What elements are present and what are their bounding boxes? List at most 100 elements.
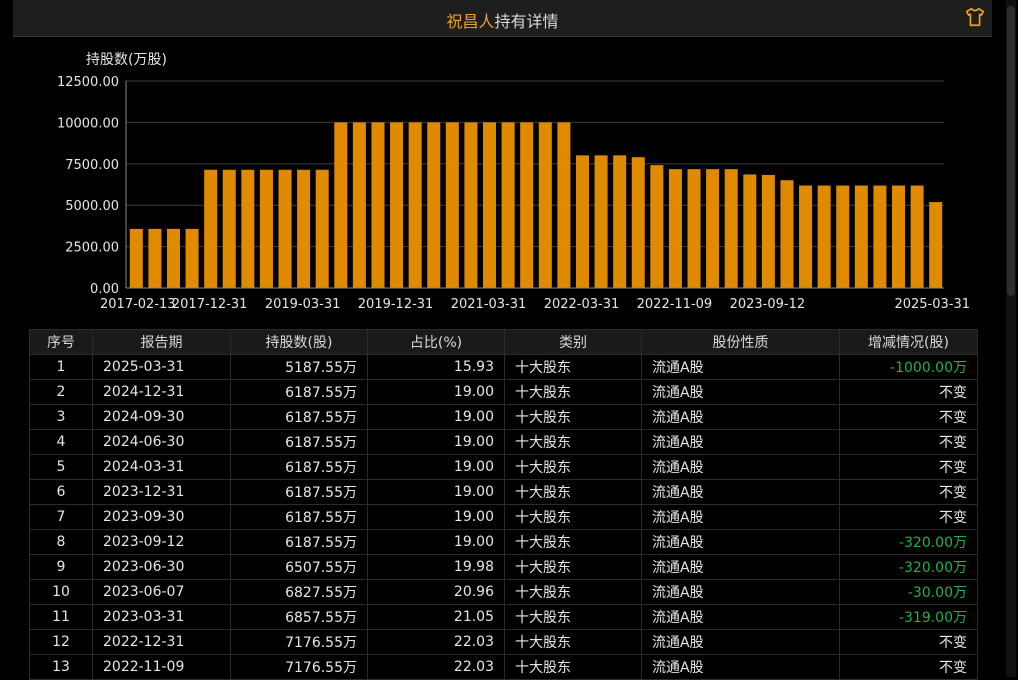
bar xyxy=(706,169,720,288)
table-row[interactable]: 13 2022-11-09 7176.55万 22.03 十大股东 流通A股 不变 xyxy=(29,654,978,680)
table-row[interactable]: 4 2024-06-30 6187.55万 19.00 十大股东 流通A股 不变 xyxy=(29,429,978,455)
bar xyxy=(873,185,887,288)
bar xyxy=(780,180,794,288)
col-shares-cell: 6857.55万 xyxy=(230,604,368,630)
x-tick-label: 2017-02-13 xyxy=(100,297,176,312)
table-row[interactable]: 1 2025-03-31 5187.55万 15.93 十大股东 流通A股 -1000.00… xyxy=(29,354,978,380)
col-category-cell: 十大股东 xyxy=(504,404,642,430)
x-tick-label: 2019-03-31 xyxy=(265,297,341,312)
bar xyxy=(761,174,775,288)
y-tick-label: 0.00 xyxy=(90,282,119,297)
col-ratio-cell: 19.00 xyxy=(367,529,505,555)
col-report-date-cell: 2022-11-09 xyxy=(92,654,231,680)
col-index-cell: 2 xyxy=(29,379,93,405)
bar xyxy=(892,185,906,288)
title-suffix: 持有详情 xyxy=(494,12,559,31)
bar xyxy=(929,202,943,288)
col-index-cell: 4 xyxy=(29,429,93,455)
col-index-cell: 5 xyxy=(29,454,93,480)
y-tick-label: 10000.00 xyxy=(57,116,119,131)
col-category-cell: 十大股东 xyxy=(504,529,642,555)
bar xyxy=(464,122,478,289)
col-shares-header[interactable]: 持股数(股) xyxy=(230,329,368,355)
bar xyxy=(204,169,218,288)
table-row[interactable]: 11 2023-03-31 6857.55万 21.05 十大股东 流通A股 -319.00… xyxy=(29,604,978,630)
col-report-date-cell: 2024-06-30 xyxy=(92,429,231,455)
y-tick-label: 2500.00 xyxy=(65,241,119,256)
table-row[interactable]: 2 2024-12-31 6187.55万 19.00 十大股东 流通A股 不变 xyxy=(29,379,978,405)
col-share-type-header[interactable]: 股份性质 xyxy=(641,329,840,355)
bar xyxy=(129,228,143,288)
table-row[interactable]: 7 2023-09-30 6187.55万 19.00 十大股东 流通A股 不变 xyxy=(29,504,978,530)
col-ratio-cell: 15.93 xyxy=(367,354,505,380)
col-change-header[interactable]: 增减情况(股) xyxy=(839,329,978,355)
shirt-icon[interactable] xyxy=(964,6,986,28)
y-tick-label: 12500.00 xyxy=(57,75,119,90)
col-ratio-cell: 22.03 xyxy=(367,654,505,680)
bar xyxy=(334,122,348,289)
col-ratio-cell: 19.00 xyxy=(367,404,505,430)
col-report-date-cell: 2023-03-31 xyxy=(92,604,231,630)
col-index-cell: 6 xyxy=(29,479,93,505)
col-report-date-header[interactable]: 报告期 xyxy=(92,329,231,355)
holding-chart: 持股数(万股) 12500.00 10000.00 7500.00 5000.00 250… xyxy=(57,52,970,312)
bar xyxy=(594,155,608,288)
table-row[interactable]: 5 2024-03-31 6187.55万 19.00 十大股东 流通A股 不变 xyxy=(29,454,978,480)
bar xyxy=(817,185,831,288)
col-share-type-cell: 流通A股 xyxy=(641,504,840,530)
col-change-cell: 不变 xyxy=(839,454,978,480)
col-shares-cell: 7176.55万 xyxy=(230,629,368,655)
col-category-cell: 十大股东 xyxy=(504,579,642,605)
col-report-date-cell: 2024-09-30 xyxy=(92,404,231,430)
bar xyxy=(538,122,552,289)
col-index-cell: 9 xyxy=(29,554,93,580)
col-shares-cell: 6187.55万 xyxy=(230,429,368,455)
x-tick-label: 2023-09-12 xyxy=(730,297,806,312)
bar xyxy=(799,185,813,288)
y-axis-label: 持股数(万股) xyxy=(86,52,167,68)
col-change-cell: 不变 xyxy=(839,429,978,455)
bar xyxy=(687,169,701,288)
bar xyxy=(371,122,385,289)
col-category-cell: 十大股东 xyxy=(504,504,642,530)
table-row[interactable]: 12 2022-12-31 7176.55万 22.03 十大股东 流通A股 不变 xyxy=(29,629,978,655)
col-category-header[interactable]: 类别 xyxy=(504,329,642,355)
bar xyxy=(520,122,534,289)
col-ratio-cell: 22.03 xyxy=(367,629,505,655)
col-shares-cell: 6827.55万 xyxy=(230,579,368,605)
table-row[interactable]: 3 2024-09-30 6187.55万 19.00 十大股东 流通A股 不变 xyxy=(29,404,978,430)
scrollbar-thumb[interactable] xyxy=(1007,6,1015,296)
x-tick-label: 2022-11-09 xyxy=(637,297,713,312)
col-shares-cell: 5187.55万 xyxy=(230,354,368,380)
col-category-cell: 十大股东 xyxy=(504,554,642,580)
table-row[interactable]: 8 2023-09-12 6187.55万 19.00 十大股东 流通A股 -320.00万 xyxy=(29,529,978,555)
col-index-header[interactable]: 序号 xyxy=(29,329,93,355)
col-change-cell: 不变 xyxy=(839,379,978,405)
bar xyxy=(501,122,515,289)
table-row[interactable]: 6 2023-12-31 6187.55万 19.00 十大股东 流通A股 不变 xyxy=(29,479,978,505)
bar xyxy=(390,122,404,289)
col-shares-cell: 6187.55万 xyxy=(230,454,368,480)
y-tick-label: 7500.00 xyxy=(65,158,119,173)
table-row[interactable]: 9 2023-06-30 6507.55万 19.98 十大股东 流通A股 -320.00万 xyxy=(29,554,978,580)
col-category-cell: 十大股东 xyxy=(504,454,642,480)
col-share-type-cell: 流通A股 xyxy=(641,579,840,605)
col-change-cell: 不变 xyxy=(839,479,978,505)
table-row[interactable]: 10 2023-06-07 6827.55万 20.96 十大股东 流通A股 -30.00万 xyxy=(29,579,978,605)
col-shares-cell: 7176.55万 xyxy=(230,654,368,680)
col-change-cell: 不变 xyxy=(839,504,978,530)
col-change-cell: 不变 xyxy=(839,654,978,680)
col-index-cell: 11 xyxy=(29,604,93,630)
col-report-date-cell: 2023-12-31 xyxy=(92,479,231,505)
col-share-type-cell: 流通A股 xyxy=(641,604,840,630)
col-change-cell: -1000.00万 xyxy=(839,354,978,380)
col-ratio-header[interactable]: 占比(%) xyxy=(367,329,505,355)
col-report-date-cell: 2025-03-31 xyxy=(92,354,231,380)
bar xyxy=(445,122,459,289)
x-tick-label: 2025-03-31 xyxy=(894,297,970,312)
col-ratio-cell: 21.05 xyxy=(367,604,505,630)
col-share-type-cell: 流通A股 xyxy=(641,529,840,555)
bar xyxy=(222,169,236,288)
bar xyxy=(185,228,199,288)
page-title: 祝昌人持有详情 xyxy=(13,8,992,32)
